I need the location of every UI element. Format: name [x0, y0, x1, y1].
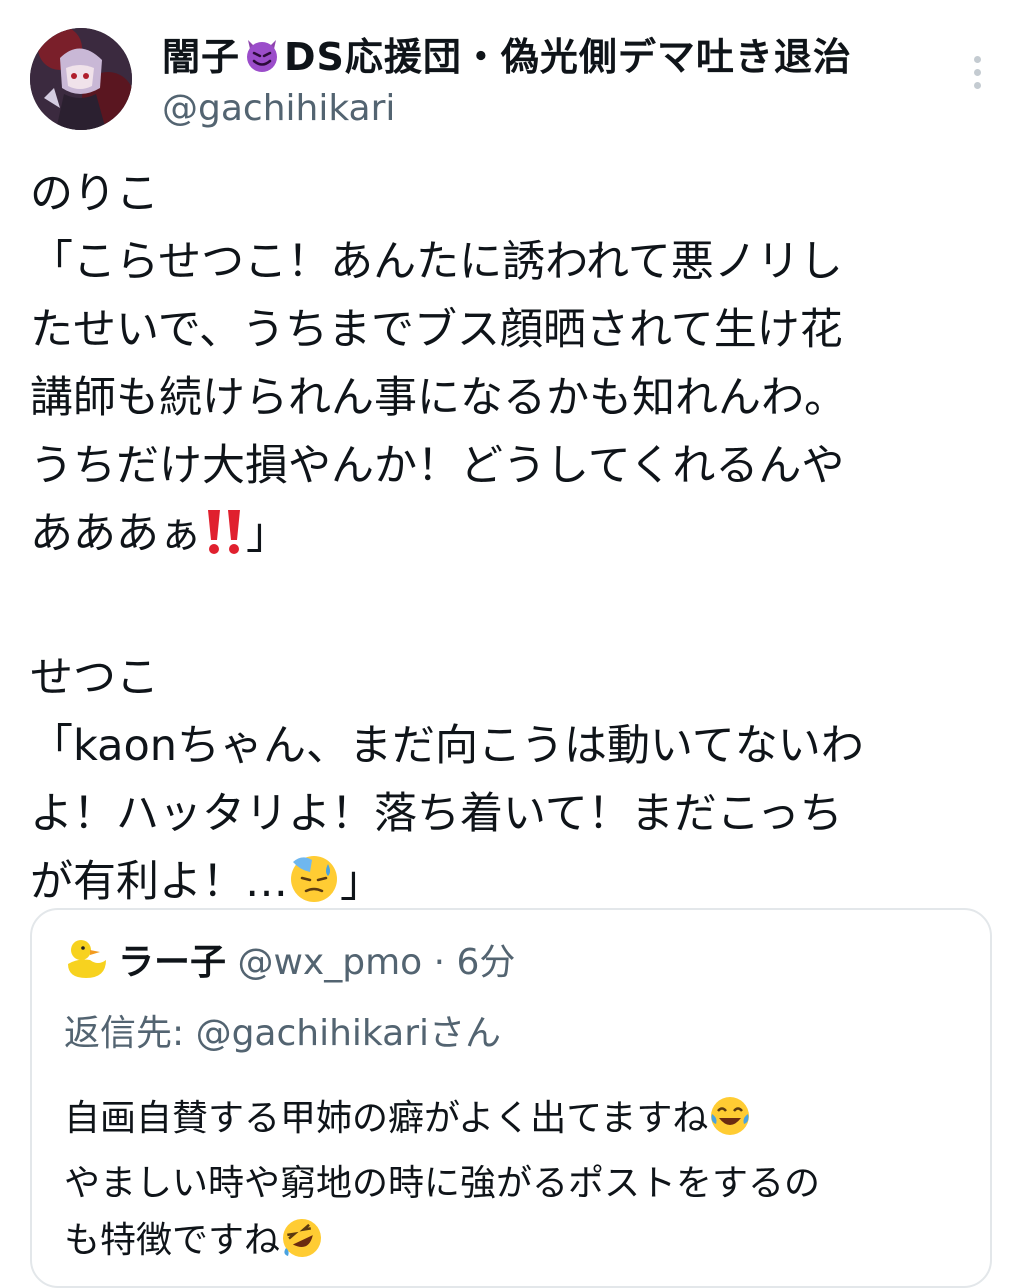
quote-header: ラー子 @wx_pmo · 6分 — [64, 938, 515, 993]
tweet-header: 闇子 DS応援団・偽光側デマ吐き退治 @gachihikari — [30, 28, 994, 138]
duck-icon — [64, 938, 110, 993]
quoted-tweet[interactable]: ラー子 @wx_pmo · 6分 返信先: @gachihikariさん 自画自… — [30, 908, 992, 1288]
quote-author-name[interactable]: ラー子 — [118, 942, 226, 983]
text-line: も特徴ですね — [64, 1212, 820, 1277]
quote-text: 自画自賛する甲姉の癖がよく出てますね やましい時や窮地の時に強がるポストをするの… — [64, 1090, 820, 1277]
text-line: 自画自賛する甲姉の癖がよく出てますね — [64, 1090, 820, 1155]
tears-of-joy-icon — [708, 1094, 752, 1155]
reply-to: 返信先: @gachihikariさん — [64, 1013, 501, 1054]
smiling-devil-icon — [242, 34, 282, 84]
more-options-icon[interactable] — [970, 56, 984, 96]
author-names: 闇子 DS応援団・偽光側デマ吐き退治 @gachihikari — [162, 34, 852, 132]
text-line: よ！ハッタリよ！落ち着いて！まだこっち — [30, 789, 843, 839]
quote-author-handle[interactable]: @wx_pmo · 6分 — [237, 942, 515, 983]
avatar-image — [30, 28, 132, 130]
tweet-text: のりこ 「こらせつこ！あんたに誘われて悪ノリし たせいで、うちまでブス顔晒されて… — [30, 160, 1000, 924]
text-line: あああぁ」 — [30, 500, 1000, 576]
author-handle[interactable]: @gachihikari — [162, 86, 852, 132]
text-line: 講師も続けられん事になるかも知れんわ。 — [30, 373, 847, 423]
avatar[interactable] — [30, 28, 132, 130]
speaker-name: のりこ — [30, 169, 159, 219]
rolling-laughing-icon — [280, 1216, 324, 1277]
speaker-name: せつこ — [30, 653, 159, 703]
display-name[interactable]: 闇子 DS応援団・偽光側デマ吐き退治 — [162, 34, 852, 84]
text-line: 「こらせつこ！あんたに誘われて悪ノリし — [30, 237, 843, 287]
text-line: やましい時や窮地の時に強がるポストをするの — [64, 1163, 821, 1204]
text-line: 「kaonちゃん、まだ向こうは動いてないわ — [30, 721, 864, 771]
double-exclamation-icon — [202, 508, 246, 576]
text-line: たせいで、うちまでブス顔晒されて生け花 — [30, 305, 843, 355]
text-line: うちだけ大損やんか！どうしてくれるんや — [30, 441, 845, 491]
